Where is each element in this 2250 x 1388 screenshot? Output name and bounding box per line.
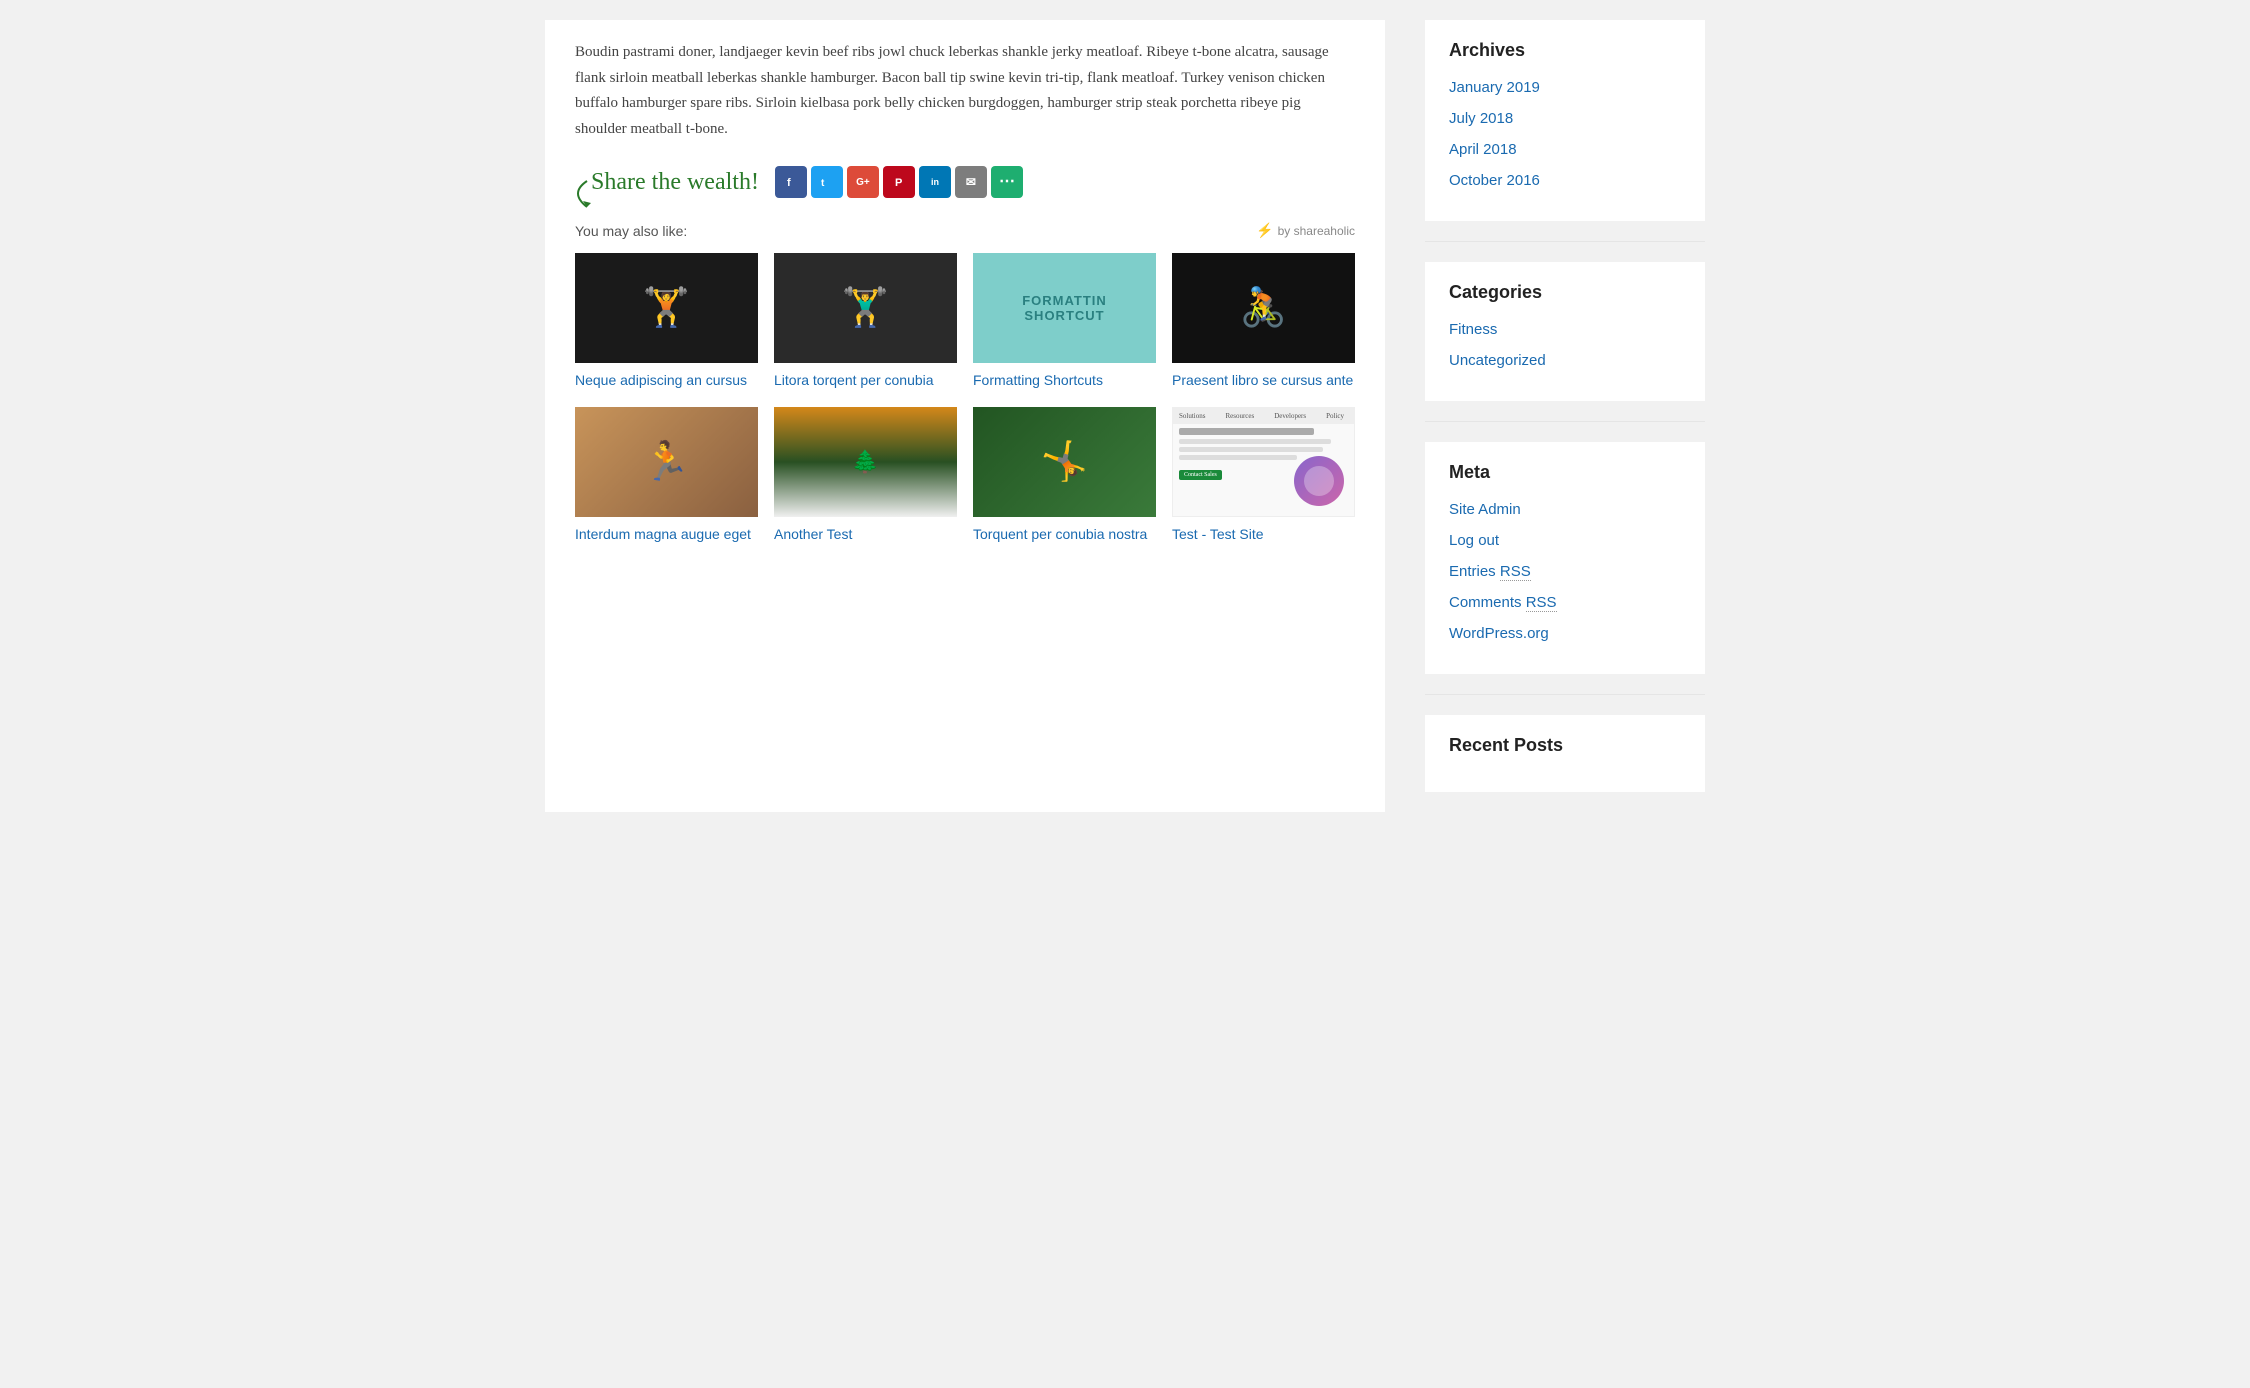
- share-more-button[interactable]: ⋯: [991, 166, 1023, 198]
- linkedin-icon: in: [931, 177, 939, 187]
- share-icons: f t G+ P in ✉ ⋯: [775, 166, 1023, 198]
- share-section: Share the wealth! f t G+ P in: [575, 166, 1355, 198]
- mock-text-line-1: [1179, 439, 1331, 444]
- share-arrow-icon: [567, 173, 595, 213]
- svg-text:t: t: [821, 178, 825, 189]
- related-item-2[interactable]: 🏋️‍♂️ Litora torqent per conubia: [774, 253, 957, 391]
- sidebar-divider-3: [1425, 694, 1705, 695]
- archives-title: Archives: [1449, 40, 1681, 61]
- meta-widget: Meta Site Admin Log out Entries RSS Comm…: [1425, 442, 1705, 674]
- sidebar-divider-2: [1425, 421, 1705, 422]
- svg-text:P: P: [895, 177, 902, 189]
- categories-widget: Categories Fitness Uncategorized: [1425, 262, 1705, 401]
- related-title-7: Torquent per conubia nostra: [973, 525, 1156, 545]
- website-mock-nav: Solutions Resources Developers Policy: [1173, 408, 1354, 424]
- man-sitting-icon: 🏃: [643, 440, 690, 484]
- shareaholic-label: by shareaholic: [1278, 224, 1355, 238]
- related-title-8: Test - Test Site: [1172, 525, 1355, 545]
- archive-oct-2016[interactable]: October 2016: [1449, 170, 1681, 191]
- archive-jan-2019[interactable]: January 2019: [1449, 77, 1681, 98]
- mock-nav-solutions: Solutions: [1179, 412, 1205, 420]
- related-image-1: 🏋️: [575, 253, 758, 363]
- related-image-3: FORMATTIN SHORTCUT: [973, 253, 1156, 363]
- you-may-like-title: You may also like:: [575, 223, 687, 239]
- related-item-5[interactable]: 🏃 Interdum magna augue eget: [575, 407, 758, 545]
- twitter-icon: t: [820, 175, 834, 189]
- share-email-button[interactable]: ✉: [955, 166, 987, 198]
- meta-site-admin[interactable]: Site Admin: [1449, 499, 1681, 520]
- weights-icon: 🏋️: [643, 286, 690, 330]
- page-wrapper: Boudin pastrami doner, landjaeger kevin …: [525, 0, 1725, 832]
- meta-log-out[interactable]: Log out: [1449, 530, 1681, 551]
- meta-entries-rss[interactable]: Entries RSS: [1449, 561, 1681, 582]
- recent-posts-title: Recent Posts: [1449, 735, 1681, 756]
- mock-text-line-3: [1179, 455, 1297, 460]
- pinterest-icon: P: [892, 175, 906, 189]
- meta-comments-rss[interactable]: Comments RSS: [1449, 592, 1681, 613]
- main-content: Boudin pastrami doner, landjaeger kevin …: [545, 20, 1385, 812]
- related-image-7: 🤸: [973, 407, 1156, 517]
- rss-abbr-comments: RSS: [1526, 594, 1557, 612]
- mock-title-line: [1179, 428, 1314, 435]
- related-item-3[interactable]: FORMATTIN SHORTCUT Formatting Shortcuts: [973, 253, 1156, 391]
- winter-icon: 🌲: [852, 449, 879, 475]
- related-title-1: Neque adipiscing an cursus: [575, 371, 758, 391]
- related-title-4: Praesent libro se cursus ante: [1172, 371, 1355, 391]
- meta-title: Meta: [1449, 462, 1681, 483]
- two-people-icon: 🤸: [1041, 440, 1088, 484]
- archive-apr-2018[interactable]: April 2018: [1449, 139, 1681, 160]
- related-image-2: 🏋️‍♂️: [774, 253, 957, 363]
- share-twitter-button[interactable]: t: [811, 166, 843, 198]
- archive-jul-2018[interactable]: July 2018: [1449, 108, 1681, 129]
- related-item-4[interactable]: 🚴 Praesent libro se cursus ante: [1172, 253, 1355, 391]
- you-may-like-header: You may also like: ⚡ by shareaholic: [575, 222, 1355, 239]
- sidebar: Archives January 2019 July 2018 April 20…: [1425, 20, 1705, 812]
- related-grid: 🏋️ Neque adipiscing an cursus 🏋️‍♂️ Lito…: [575, 253, 1355, 544]
- share-pinterest-button[interactable]: P: [883, 166, 915, 198]
- barbell-icon: 🏋️‍♂️: [842, 286, 889, 330]
- share-google-button[interactable]: G+: [847, 166, 879, 198]
- category-fitness[interactable]: Fitness: [1449, 319, 1681, 340]
- related-image-6: 🌲: [774, 407, 957, 517]
- categories-title: Categories: [1449, 282, 1681, 303]
- related-image-8: Solutions Resources Developers Policy: [1172, 407, 1355, 517]
- related-title-5: Interdum magna augue eget: [575, 525, 758, 545]
- share-label: Share the wealth!: [591, 169, 759, 195]
- rss-abbr-entries: RSS: [1500, 563, 1531, 581]
- mock-nav-policy: Policy: [1326, 412, 1344, 420]
- related-item-1[interactable]: 🏋️ Neque adipiscing an cursus: [575, 253, 758, 391]
- related-title-3: Formatting Shortcuts: [973, 371, 1156, 391]
- mock-nav-resources: Resources: [1225, 412, 1254, 420]
- recent-posts-widget: Recent Posts: [1425, 715, 1705, 792]
- share-facebook-button[interactable]: f: [775, 166, 807, 198]
- you-may-like-section: You may also like: ⚡ by shareaholic 🏋️ N…: [575, 222, 1355, 544]
- related-item-6[interactable]: 🌲 Another Test: [774, 407, 957, 545]
- archives-widget: Archives January 2019 July 2018 April 20…: [1425, 20, 1705, 221]
- related-title-6: Another Test: [774, 525, 957, 545]
- share-linkedin-button[interactable]: in: [919, 166, 951, 198]
- website-mock-graphic: [1294, 456, 1344, 506]
- related-item-7[interactable]: 🤸 Torquent per conubia nostra: [973, 407, 1156, 545]
- google-plus-icon: G+: [856, 177, 870, 188]
- mock-cta-button: Contact Sales: [1179, 470, 1222, 480]
- mock-nav-developers: Developers: [1274, 412, 1306, 420]
- related-image-4: 🚴: [1172, 253, 1355, 363]
- cycling-icon: 🚴: [1240, 286, 1287, 330]
- article-body: Boudin pastrami doner, landjaeger kevin …: [575, 40, 1355, 142]
- formatting-line1: FORMATTIN: [1022, 293, 1107, 308]
- sidebar-divider-1: [1425, 241, 1705, 242]
- meta-wordpress-org[interactable]: WordPress.org: [1449, 623, 1681, 644]
- facebook-icon: f: [784, 175, 798, 189]
- lightning-icon: ⚡: [1256, 222, 1273, 239]
- more-icon: ⋯: [999, 174, 1015, 190]
- related-image-5: 🏃: [575, 407, 758, 517]
- shareaholic-badge: ⚡ by shareaholic: [1256, 222, 1355, 239]
- related-item-8[interactable]: Solutions Resources Developers Policy: [1172, 407, 1355, 545]
- category-uncategorized[interactable]: Uncategorized: [1449, 350, 1681, 371]
- svg-text:f: f: [787, 177, 791, 189]
- email-icon: ✉: [966, 175, 976, 189]
- formatting-line2: SHORTCUT: [1024, 308, 1104, 323]
- mock-text-line-2: [1179, 447, 1323, 452]
- related-title-2: Litora torqent per conubia: [774, 371, 957, 391]
